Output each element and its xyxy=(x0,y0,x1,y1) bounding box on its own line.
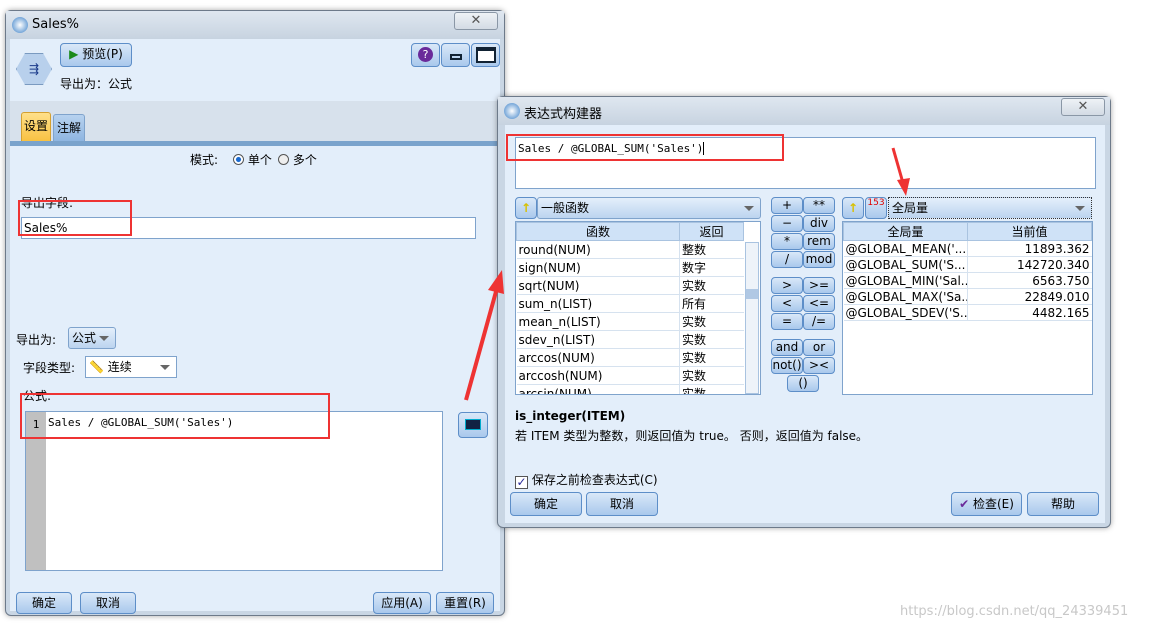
arrow-line xyxy=(464,287,499,401)
annotation-arrows xyxy=(464,147,910,401)
watermark: https://blog.csdn.net/qq_24339451 xyxy=(900,604,1129,619)
arrow-head xyxy=(488,270,504,294)
arrow-line xyxy=(891,147,905,184)
arrow-head xyxy=(897,178,910,196)
